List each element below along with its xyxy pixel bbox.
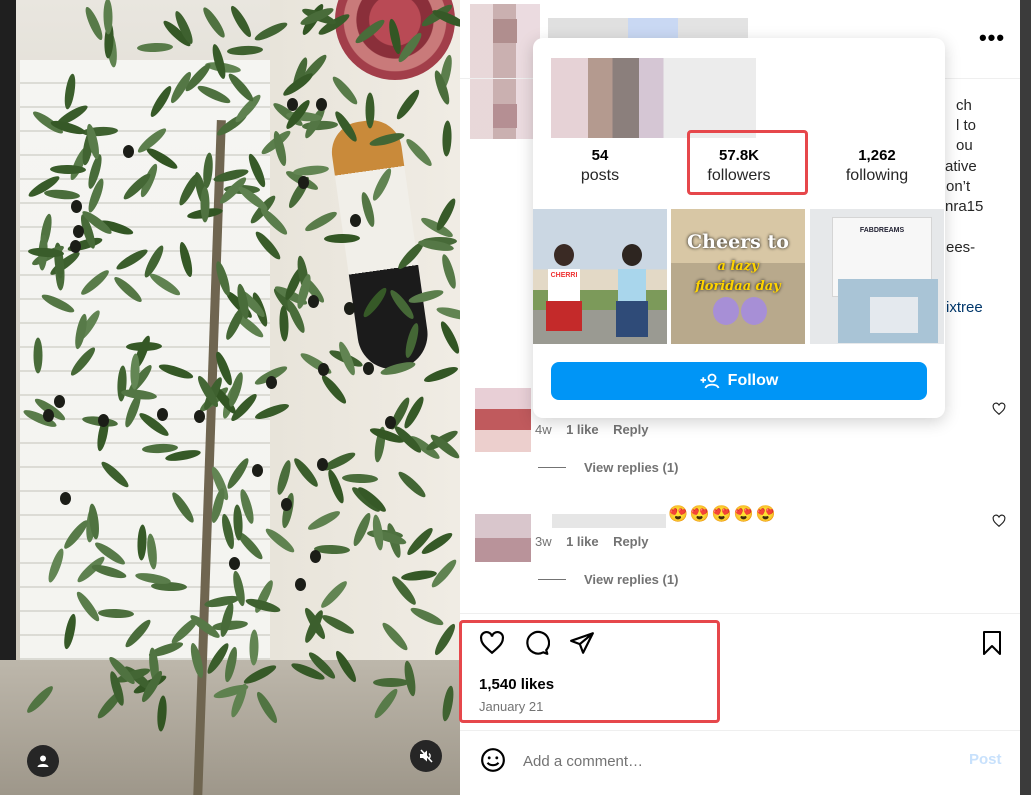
comment-age: 3w [535, 534, 552, 549]
shirt-text: CHERRI [548, 269, 580, 301]
highlight-likes-annotation [459, 620, 720, 723]
recent-post-thumbnail[interactable]: Cheers to a lazy floridaa day [671, 209, 805, 344]
posts-label: posts [580, 167, 620, 184]
thumb-caption: a lazy [717, 259, 759, 274]
caption-text: ch [956, 97, 972, 114]
profile-hover-card: 54 posts 57.8K followers 1,262 following… [533, 38, 945, 418]
comment-likes-link[interactable]: 1 like [566, 534, 599, 549]
comment-like-icon[interactable] [992, 514, 1006, 528]
author-avatar-pixelated [470, 4, 540, 139]
view-replies-label: View replies (1) [584, 572, 679, 587]
view-replies-label: View replies (1) [584, 460, 679, 475]
comment-reply-button[interactable]: Reply [613, 422, 648, 437]
save-button[interactable] [978, 629, 1006, 657]
tagged-users-button[interactable] [27, 745, 59, 777]
more-options-button[interactable]: ••• [978, 25, 1006, 50]
posts-count: 54 [591, 147, 609, 164]
caption-text: l to [956, 117, 977, 134]
commenter-avatar-pixelated[interactable] [475, 388, 531, 452]
profile-header-pixelated [551, 58, 756, 138]
commenter-name-pixelated[interactable] [552, 514, 666, 528]
comment-likes-link[interactable]: 1 like [566, 422, 599, 437]
emoji-picker-button[interactable] [479, 746, 507, 774]
add-person-icon [700, 373, 720, 389]
author-name-pixelated [548, 18, 748, 40]
comment-meta: 3w 1 like Reply [535, 534, 648, 549]
post-video[interactable] [0, 0, 460, 795]
comment-reply-button[interactable]: Reply [613, 534, 648, 549]
muted-speaker-icon [420, 749, 433, 763]
post-comment-button[interactable]: Post [969, 751, 1002, 768]
bookmark-icon [983, 631, 1001, 655]
thumb-caption: Cheers to [687, 231, 789, 253]
caption-link[interactable]: ixtree [946, 298, 1016, 318]
recent-post-thumbnail[interactable]: FABDREAMS [810, 209, 944, 344]
comment-like-icon[interactable] [992, 402, 1006, 416]
comment-text: 😍😍😍😍😍 [668, 506, 778, 523]
caption-text: ees- [946, 239, 976, 256]
view-replies-button[interactable]: View replies (1) [538, 572, 678, 587]
commenter-avatar-pixelated[interactable] [475, 514, 531, 562]
following-label: following [845, 167, 909, 184]
follow-button[interactable]: Follow [551, 362, 927, 400]
post-modal: ••• ch l to ou ative on’t nra15 ees- ixt… [0, 0, 1031, 795]
caption-text: ou [956, 137, 973, 154]
caption-text: ative [945, 158, 977, 175]
comment-input[interactable] [523, 750, 923, 772]
recent-posts-grid: CHERRI Cheers to a lazy floridaa day FAB… [533, 209, 945, 344]
view-replies-button[interactable]: View replies (1) [538, 460, 678, 475]
following-stat[interactable]: 1,262 following [817, 146, 937, 186]
brand-text: FABDREAMS [859, 227, 905, 234]
caption-text: on’t [946, 178, 971, 195]
mute-button[interactable] [410, 740, 442, 772]
recent-post-thumbnail[interactable]: CHERRI [533, 209, 667, 344]
following-count: 1,262 [858, 147, 896, 164]
person-icon [37, 755, 49, 767]
follow-label: Follow [727, 372, 779, 389]
highlight-followers-annotation [687, 130, 808, 195]
comment-meta: 4w 1 like Reply [535, 422, 648, 437]
caption-text: nra15 [945, 198, 984, 215]
comment-age: 4w [535, 422, 552, 437]
thumb-caption: floridaa day [695, 279, 781, 294]
posts-stat: 54 posts [540, 146, 660, 186]
smiley-icon [481, 748, 505, 772]
